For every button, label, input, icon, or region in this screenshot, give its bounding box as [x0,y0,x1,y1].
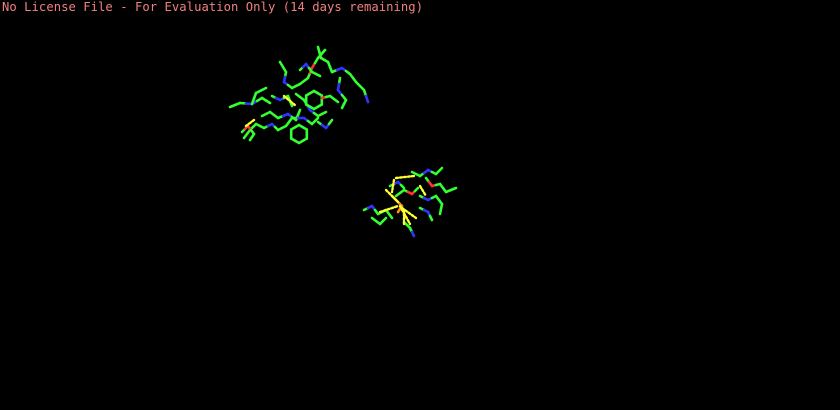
bond-stick [399,183,406,190]
bond-stick [428,214,434,222]
bond-stick [410,230,416,238]
ligand-cluster-upper-left[interactable] [228,45,370,145]
bond-stick [437,166,444,173]
bond-stick [320,48,327,56]
bond-stick [449,186,458,192]
bond-stick [413,186,420,193]
polar-contact-dash [390,178,396,194]
bond-stick [314,72,322,78]
bond-stick [340,102,346,110]
bond-stick [296,108,302,117]
bond-stick [387,212,394,220]
bond-stick [332,97,340,104]
molecule-render-area[interactable] [0,0,840,410]
bond-stick [264,99,272,105]
polar-contact-dash [244,118,256,128]
polar-contact-dash [378,204,400,214]
polar-contact-dash [418,184,428,198]
bond-stick [381,216,388,223]
bond-stick [327,118,334,126]
bond-stick [259,86,268,92]
polar-contact-dash [394,174,416,180]
polar-contact-dash [390,194,400,204]
bond-stick [251,122,258,129]
bond-stick [438,207,443,216]
binding-site-cluster-center-right[interactable] [362,166,458,238]
bond-stick [320,110,328,116]
bond-stick [396,207,402,214]
molecular-viewer-canvas[interactable]: No License File - For Evaluation Only (1… [0,0,840,410]
bond-stick [248,135,254,142]
bond-stick [313,116,320,123]
bond-stick [364,94,370,104]
